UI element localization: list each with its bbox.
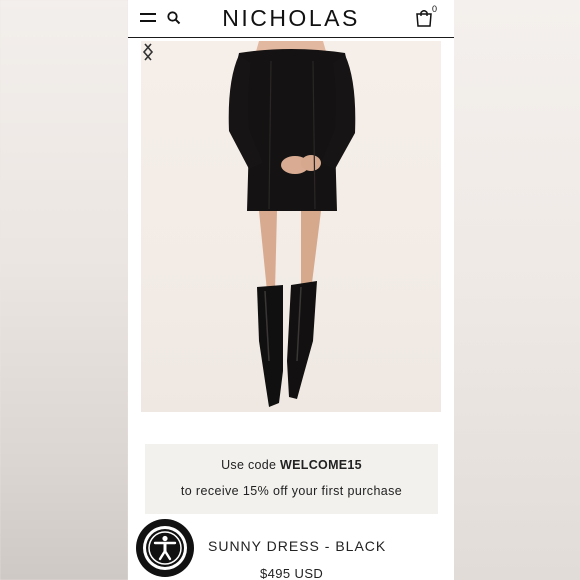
accessibility-icon-bg	[143, 526, 187, 570]
promo-prefix: Use code	[221, 458, 281, 472]
promo-description: to receive 15% off your first purchase	[180, 484, 403, 498]
product-name: SUNNY DRESS - BLACK	[208, 538, 387, 554]
product-price: $495 USD	[260, 566, 324, 580]
product-image[interactable]	[141, 41, 441, 412]
chevron-right-icon[interactable]	[141, 41, 155, 63]
search-icon[interactable]	[166, 10, 182, 26]
shopping-bag-icon[interactable]	[414, 8, 434, 28]
accessibility-button[interactable]	[136, 519, 194, 577]
cart-count: 0	[432, 4, 438, 14]
background-right	[454, 0, 580, 580]
mobile-page: NICHOLAS 0 Use code WELCOME15 to receive…	[128, 0, 454, 580]
promo-code: WELCOME15	[280, 458, 362, 472]
brand-logo[interactable]: NICHOLAS	[216, 4, 366, 32]
promo-code-line: Use code WELCOME15	[145, 458, 438, 472]
site-header: NICHOLAS 0	[128, 0, 454, 38]
model-figure	[228, 41, 356, 407]
background-left	[0, 0, 128, 580]
accessibility-icon	[146, 529, 184, 567]
hamburger-menu-icon[interactable]	[140, 12, 156, 24]
promo-banner: Use code WELCOME15 to receive 15% off yo…	[145, 444, 438, 514]
